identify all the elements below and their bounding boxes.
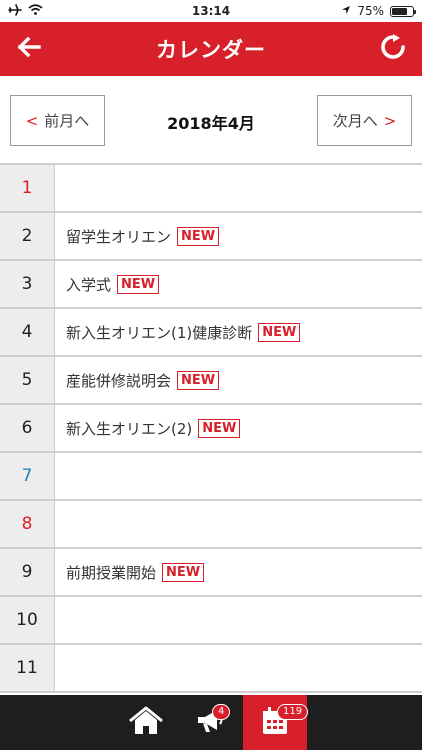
day-events — [55, 501, 422, 547]
day-events: 留学生オリエン NEW — [55, 213, 422, 259]
status-left — [8, 3, 43, 19]
day-row[interactable]: 3 入学式 NEW — [0, 261, 422, 309]
day-number: 6 — [0, 405, 55, 451]
day-number: 11 — [0, 645, 55, 691]
event-title[interactable]: 新入生オリエン(2) — [66, 418, 192, 439]
event-title[interactable]: 新入生オリエン(1)健康診断 — [66, 322, 252, 343]
day-row[interactable]: 9 前期授業開始 NEW — [0, 549, 422, 597]
new-badge: NEW — [258, 322, 301, 342]
day-events — [55, 165, 422, 211]
day-number: 5 — [0, 357, 55, 403]
page-title: カレンダー — [156, 38, 266, 62]
day-row[interactable]: 5 産能併修説明会 NEW — [0, 357, 422, 405]
calendar-count-badge: 119 — [277, 704, 309, 720]
tab-calendar[interactable]: 119 — [243, 695, 309, 750]
day-row[interactable]: 11 — [0, 645, 422, 693]
airplane-icon — [8, 3, 22, 19]
new-badge: NEW — [177, 226, 220, 246]
day-events — [55, 453, 422, 499]
day-number: 7 — [0, 453, 55, 499]
day-number: 9 — [0, 549, 55, 595]
tab-home[interactable] — [121, 695, 171, 750]
status-bar: 13:14 75% — [0, 0, 422, 22]
day-number: 4 — [0, 309, 55, 355]
day-events — [55, 645, 422, 691]
tab-notices[interactable]: 4 — [185, 695, 235, 750]
home-icon — [128, 706, 164, 740]
day-row[interactable]: 7 — [0, 453, 422, 501]
battery-icon — [390, 5, 416, 17]
day-events: 前期授業開始 NEW — [55, 549, 422, 595]
day-events — [55, 597, 422, 643]
battery-level — [392, 7, 407, 15]
status-right: 75% — [341, 4, 416, 18]
day-number: 2 — [0, 213, 55, 259]
arrow-left-icon — [17, 36, 41, 62]
wifi-icon — [28, 4, 43, 18]
day-number: 1 — [0, 165, 55, 211]
new-badge: NEW — [198, 418, 241, 438]
day-events: 入学式 NEW — [55, 261, 422, 307]
new-badge: NEW — [162, 562, 205, 582]
notice-count-badge: 4 — [212, 704, 231, 720]
refresh-icon — [380, 34, 406, 64]
day-events: 新入生オリエン(1)健康診断 NEW — [55, 309, 422, 355]
next-month-label: 次月へ — [332, 112, 378, 130]
day-row[interactable]: 4 新入生オリエン(1)健康診断 NEW — [0, 309, 422, 357]
app-header: カレンダー — [0, 22, 422, 76]
day-row[interactable]: 1 — [0, 165, 422, 213]
day-number: 3 — [0, 261, 55, 307]
location-arrow-icon — [341, 4, 351, 18]
new-badge: NEW — [117, 274, 160, 294]
battery-percent: 75% — [357, 4, 384, 18]
day-row[interactable]: 2 留学生オリエン NEW — [0, 213, 422, 261]
event-title[interactable]: 入学式 — [66, 274, 111, 295]
tab-bar: 4 119 — [0, 695, 422, 750]
calendar-list[interactable]: 1 2 留学生オリエン NEW 3 入学式 NEW 4 新入生オリエン(1)健康… — [0, 163, 422, 695]
day-number: 8 — [0, 501, 55, 547]
back-button[interactable] — [12, 32, 46, 66]
day-events: 新入生オリエン(2) NEW — [55, 405, 422, 451]
day-row[interactable]: 6 新入生オリエン(2) NEW — [0, 405, 422, 453]
refresh-button[interactable] — [376, 32, 410, 66]
day-row[interactable]: 10 — [0, 597, 422, 645]
day-number: 10 — [0, 597, 55, 643]
day-events: 産能併修説明会 NEW — [55, 357, 422, 403]
month-navigation: < 前月へ 2018年4月 次月へ > — [0, 76, 422, 166]
day-row[interactable]: 8 — [0, 501, 422, 549]
event-title[interactable]: 産能併修説明会 — [66, 370, 171, 391]
next-month-button[interactable]: 次月へ > — [317, 95, 412, 146]
event-title[interactable]: 前期授業開始 — [66, 562, 156, 583]
event-title[interactable]: 留学生オリエン — [66, 226, 171, 247]
new-badge: NEW — [177, 370, 220, 390]
chevron-right-icon: > — [383, 111, 397, 130]
